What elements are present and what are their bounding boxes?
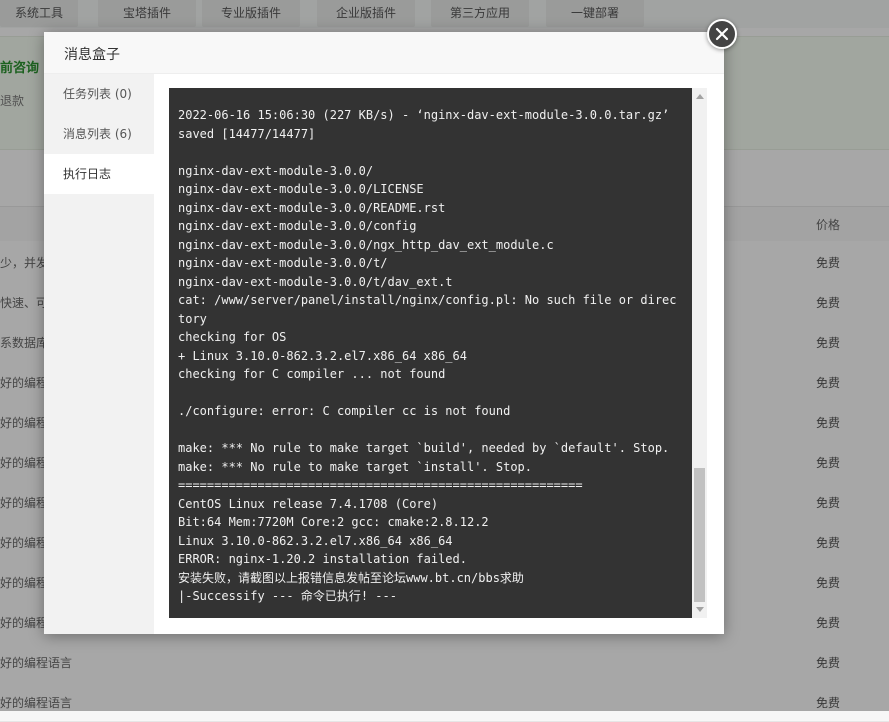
log-line: 2022-06-16 15:06:30 (227 KB/s) - ‘nginx-… (178, 108, 677, 141)
scroll-down-arrow-icon[interactable] (696, 607, 704, 612)
log-line: Bit:64 Mem:7720M Core:2 gcc: cmake:2.8.1… (178, 515, 489, 529)
log-line: make: *** No rule to make target `instal… (178, 459, 533, 474)
log-line: nginx-dav-ext-module-3.0.0/LICENSE (178, 182, 424, 196)
dialog-side-nav: 任务列表 (0) 消息列表 (6) 执行日志 (44, 74, 154, 634)
log-line: CentOS Linux release 7.4.1708 (Core) (178, 496, 439, 511)
scroll-up-arrow-icon[interactable] (696, 94, 704, 99)
log-line: nginx-dav-ext-module-3.0.0/README.rst (178, 200, 446, 215)
log-line: cat: /www/server/panel/install/nginx/con… (178, 293, 677, 326)
log-line: nginx-dav-ext-module-3.0.0/ngx_http_dav_… (178, 237, 554, 252)
scrollbar-thumb[interactable] (694, 468, 705, 602)
log-line: |-Successify --- 命令已执行! --- (178, 589, 397, 603)
execution-log-console[interactable]: 2022-06-16 15:06:30 (227 KB/s) - ‘nginx-… (169, 88, 707, 618)
close-dialog-button[interactable] (707, 19, 737, 49)
nav-execution-log[interactable]: 执行日志 (44, 154, 154, 194)
log-line: 安装失败，请截图以上报错信息发帖至论坛www.bt.cn/bbs求助 (178, 570, 524, 585)
log-line: checking for C compiler ... not found (178, 367, 446, 381)
dialog-header: 消息盒子 (44, 32, 724, 74)
log-line: ========================================… (178, 478, 583, 492)
log-line: make: *** No rule to make target `build'… (178, 441, 670, 455)
nav-message-list[interactable]: 消息列表 (6) (44, 114, 154, 154)
dialog-title: 消息盒子 (64, 47, 120, 63)
log-line: + Linux 3.10.0-862.3.2.el7.x86_64 x86_64 (178, 348, 467, 363)
message-box-dialog: 消息盒子 任务列表 (0) 消息列表 (6) 执行日志 2022-06-16 1… (44, 32, 724, 634)
close-icon (715, 27, 729, 41)
log-line: ./configure: error: C compiler cc is not… (178, 404, 511, 418)
log-output: 2022-06-16 15:06:30 (227 KB/s) - ‘nginx-… (178, 106, 680, 606)
log-line: ERROR: nginx-1.20.2 installation failed. (178, 552, 467, 566)
log-line: nginx-dav-ext-module-3.0.0/t/ (178, 256, 388, 270)
log-line: nginx-dav-ext-module-3.0.0/ (178, 163, 374, 178)
log-line: nginx-dav-ext-module-3.0.0/config (178, 219, 417, 233)
log-line: checking for OS (178, 330, 287, 344)
log-line: Linux 3.10.0-862.3.2.el7.x86_64 x86_64 (178, 533, 453, 548)
nav-task-list[interactable]: 任务列表 (0) (44, 74, 154, 114)
log-scrollbar[interactable] (692, 88, 707, 618)
log-line: nginx-dav-ext-module-3.0.0/t/dav_ext.t (178, 274, 453, 289)
